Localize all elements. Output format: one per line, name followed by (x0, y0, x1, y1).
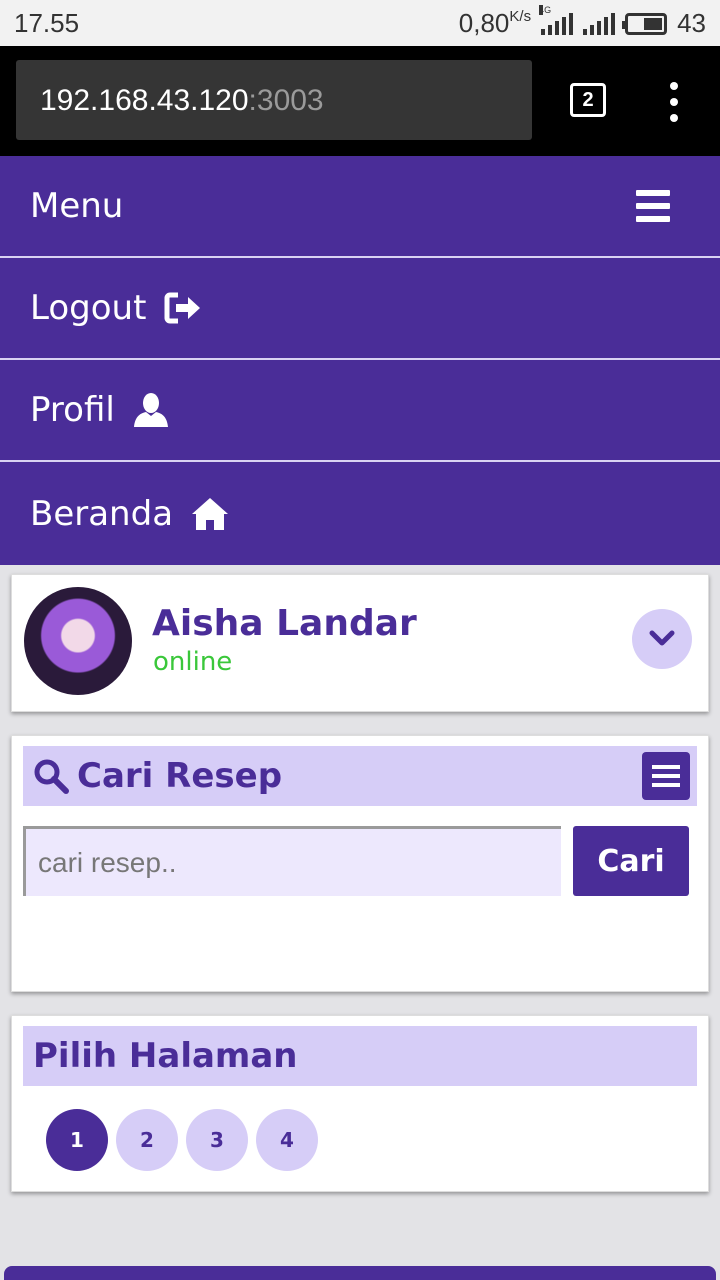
search-title: Cari Resep (77, 756, 283, 796)
profile-card: Aisha Landar online (11, 574, 709, 712)
user-icon (133, 392, 169, 428)
nav-menu: Menu Logout Profil Beranda (0, 156, 720, 565)
network-speed: 0,80K/s (459, 8, 531, 39)
logout-icon (164, 292, 202, 324)
search-card: Cari Resep Cari (11, 735, 709, 992)
nav-item-beranda[interactable]: Beranda (0, 462, 720, 565)
search-header: Cari Resep (23, 746, 697, 806)
page-button-4[interactable]: 4 (256, 1109, 318, 1171)
nav-item-label: Logout (30, 288, 147, 328)
url-port: :3003 (248, 84, 324, 117)
search-input[interactable] (23, 826, 561, 896)
menu-header[interactable]: Menu (0, 156, 720, 258)
nav-item-label: Profil (30, 390, 115, 430)
battery-icon (622, 12, 668, 35)
expand-profile-button[interactable] (632, 609, 692, 669)
browser-toolbar: 192.168.43.120:3003 2 (0, 46, 720, 156)
profile-status: online (153, 647, 233, 677)
signal-icon (583, 12, 616, 35)
status-bar: 17.55 0,80K/s 4G 43 (0, 0, 720, 46)
menu-title: Menu (30, 186, 124, 226)
home-icon (191, 496, 229, 532)
network-type: 4G (539, 4, 552, 15)
url-bar[interactable]: 192.168.43.120:3003 (16, 60, 532, 140)
tab-switcher-button[interactable]: 2 (570, 83, 606, 117)
pagination: 1 2 3 4 (46, 1109, 318, 1171)
hamburger-icon[interactable] (636, 190, 670, 222)
more-options-icon[interactable] (664, 82, 684, 122)
network-speed-unit: K/s (509, 8, 532, 25)
signal-4g-icon: 4G (539, 4, 574, 35)
pager-card: Pilih Halaman 1 2 3 4 (11, 1015, 709, 1192)
search-icon (33, 758, 69, 794)
status-time: 17.55 (14, 8, 80, 38)
page-button-1[interactable]: 1 (46, 1109, 108, 1171)
list-menu-button[interactable] (642, 752, 690, 800)
next-section-edge (4, 1266, 716, 1280)
page-button-2[interactable]: 2 (116, 1109, 178, 1171)
nav-item-logout[interactable]: Logout (0, 258, 720, 360)
page-button-3[interactable]: 3 (186, 1109, 248, 1171)
chevron-down-icon (649, 630, 675, 646)
pager-title: Pilih Halaman (33, 1036, 298, 1076)
nav-item-label: Beranda (30, 493, 174, 534)
network-speed-value: 0,80 (458, 8, 510, 38)
battery-level: 43 (677, 8, 706, 38)
search-button[interactable]: Cari (573, 826, 689, 896)
avatar (24, 587, 132, 695)
pager-header: Pilih Halaman (23, 1026, 697, 1086)
nav-item-profil[interactable]: Profil (0, 360, 720, 462)
url-host: 192.168.43.120 (40, 84, 249, 117)
profile-name: Aisha Landar (152, 603, 417, 644)
